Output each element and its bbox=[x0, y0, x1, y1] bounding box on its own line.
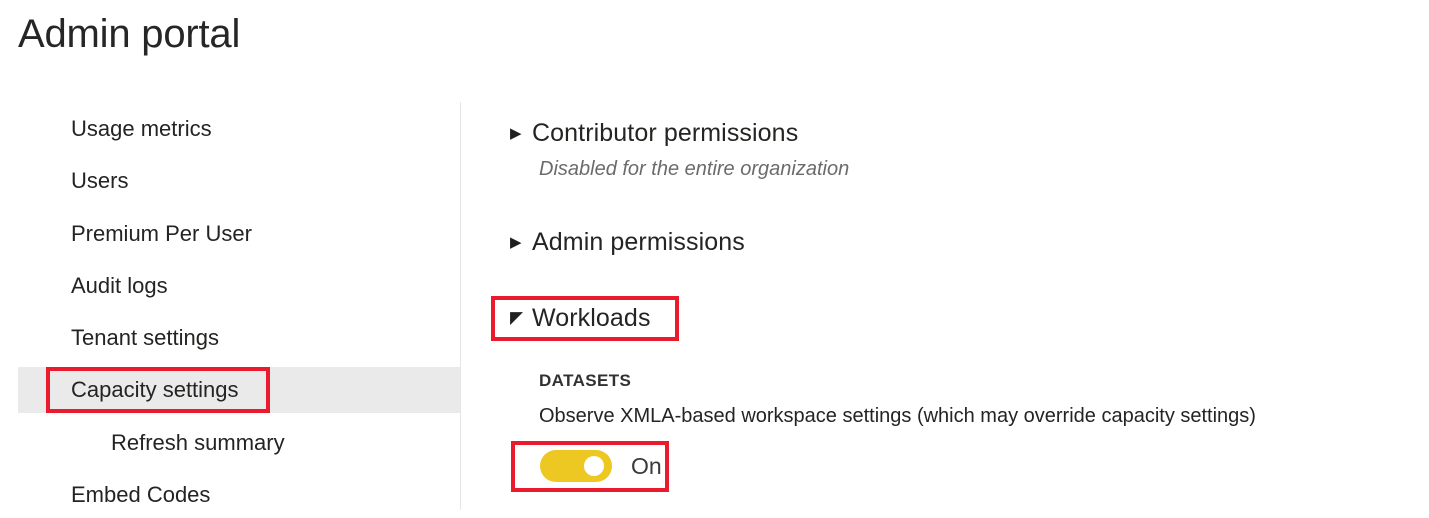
sidebar-nav: Usage metrics Users Premium Per User Aud… bbox=[0, 102, 460, 510]
content-pane: ▶ Contributor permissions Disabled for t… bbox=[461, 102, 1429, 510]
section-admin-permissions[interactable]: ▶ Admin permissions bbox=[510, 228, 745, 257]
sidebar-item-label: Usage metrics bbox=[71, 116, 212, 141]
sidebar-item-label: Embed Codes bbox=[71, 482, 211, 507]
section-title: Contributor permissions bbox=[532, 119, 799, 147]
workload-group-label-datasets: DATASETS bbox=[539, 371, 632, 390]
sidebar-item-premium-per-user[interactable]: Premium Per User bbox=[18, 211, 460, 257]
section-title: Workloads bbox=[532, 304, 651, 332]
page-title: Admin portal bbox=[18, 12, 241, 56]
sidebar-item-refresh-summary[interactable]: Refresh summary bbox=[18, 420, 460, 466]
section-contributor-permissions-subtitle: Disabled for the entire organization bbox=[539, 158, 850, 180]
sidebar-item-label: Audit logs bbox=[71, 273, 168, 298]
sidebar-item-usage-metrics[interactable]: Usage metrics bbox=[18, 106, 460, 152]
sidebar-item-tenant-settings[interactable]: Tenant settings bbox=[18, 315, 460, 361]
toggle-knob bbox=[584, 456, 604, 476]
section-title: Admin permissions bbox=[532, 228, 745, 256]
sidebar-item-label: Refresh summary bbox=[111, 430, 285, 455]
sidebar-item-label: Users bbox=[71, 168, 129, 193]
chevron-right-icon: ▶ bbox=[510, 125, 522, 142]
xmla-toggle[interactable] bbox=[540, 450, 612, 482]
xmla-setting-description: Observe XMLA-based workspace settings (w… bbox=[539, 405, 1256, 427]
sidebar-item-label: Premium Per User bbox=[71, 221, 252, 246]
sidebar-item-embed-codes[interactable]: Embed Codes bbox=[18, 472, 460, 518]
sidebar-item-users[interactable]: Users bbox=[18, 158, 460, 204]
chevron-right-icon: ▶ bbox=[510, 234, 522, 251]
sidebar-item-label: Tenant settings bbox=[71, 325, 219, 350]
xmla-toggle-state-label: On bbox=[631, 452, 662, 479]
xmla-toggle-row: On bbox=[540, 450, 662, 482]
sidebar-item-capacity-settings[interactable]: Capacity settings bbox=[18, 367, 460, 413]
sidebar-item-label: Capacity settings bbox=[71, 377, 239, 402]
chevron-expanded-icon: ◤ bbox=[510, 308, 524, 327]
section-workloads[interactable]: ◤ Workloads bbox=[510, 304, 651, 333]
section-contributor-permissions[interactable]: ▶ Contributor permissions bbox=[510, 119, 798, 148]
sidebar-item-audit-logs[interactable]: Audit logs bbox=[18, 263, 460, 309]
